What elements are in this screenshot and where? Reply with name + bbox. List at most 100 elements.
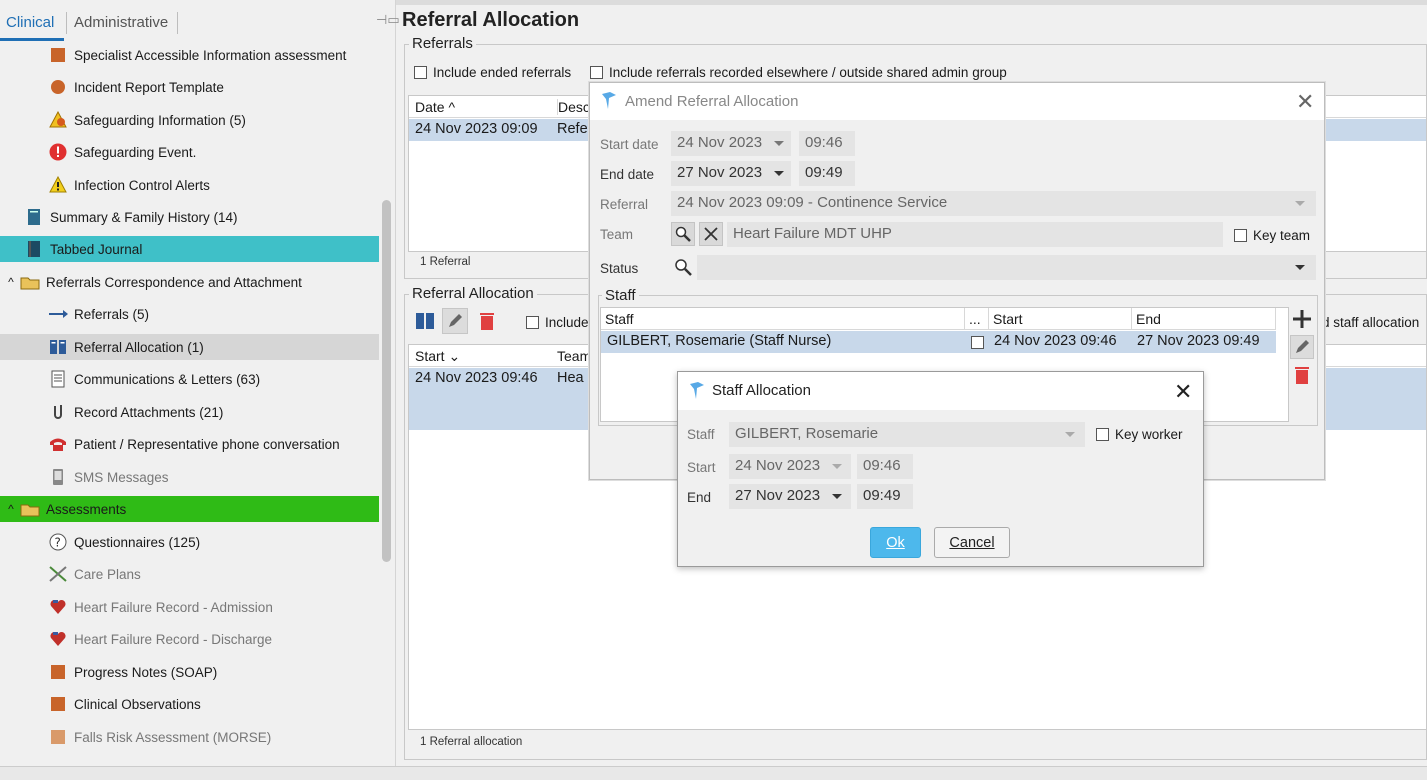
include-elsewhere-referrals[interactable]: Include referrals recorded elsewhere / o… — [590, 65, 1007, 80]
dialog-title: Amend Referral Allocation — [625, 93, 799, 110]
sidebar-item-progress-notes[interactable]: Progress Notes (SOAP) — [48, 659, 217, 685]
include-elsewhere-checkbox[interactable] — [590, 66, 603, 79]
heart-icon — [48, 629, 68, 649]
sidebar-item-phone-conversation[interactable]: Patient / Representative phone conversat… — [48, 431, 340, 457]
edit-pencil-icon[interactable] — [442, 308, 468, 334]
column-team[interactable]: Team — [557, 348, 591, 364]
edit-staff-icon[interactable] — [1290, 335, 1314, 359]
sidebar-item-infection-control[interactable]: Infection Control Alerts — [48, 172, 210, 198]
sidebar-item-referrals-correspondence[interactable]: ^ Referrals Correspondence and Attachmen… — [4, 269, 302, 295]
include-ended-label: Include ended referrals — [433, 65, 572, 80]
end-time-field[interactable]: 09:49 — [857, 484, 913, 509]
sidebar-item-label: Safeguarding Information (5) — [74, 112, 246, 128]
clear-icon[interactable] — [699, 222, 723, 246]
staff-group-label: Staff — [602, 287, 639, 304]
allocation-include-option[interactable]: Include — [526, 315, 589, 330]
sidebar-item-record-attachments[interactable]: Record Attachments (21) — [48, 399, 223, 425]
row-team: Hea — [557, 370, 584, 386]
sidebar-item-clinical-observations[interactable]: Clinical Observations — [48, 691, 201, 717]
sidebar-item-sms-messages[interactable]: SMS Messages — [48, 464, 169, 490]
status-label: Status — [600, 261, 639, 276]
start-label: Start — [687, 460, 716, 475]
sidebar-item-referral-allocation[interactable]: Referral Allocation (1) — [0, 334, 379, 360]
key-worker-checkbox[interactable] — [1096, 428, 1109, 441]
heart-icon — [48, 597, 68, 617]
sidebar-item-incident-report[interactable]: Incident Report Template — [48, 74, 224, 100]
column-description[interactable]: Desc — [557, 99, 590, 115]
key-worker-option[interactable]: Key worker — [1096, 427, 1183, 442]
chevron-down-icon — [832, 464, 842, 469]
sidebar-item-referrals[interactable]: Referrals (5) — [48, 301, 149, 327]
collapse-chevron-icon[interactable]: ^ — [4, 272, 18, 292]
sidebar-item-care-plans[interactable]: Care Plans — [48, 561, 141, 587]
table-row[interactable]: GILBERT, Rosemarie (Staff Nurse) 24 Nov … — [601, 331, 1276, 353]
start-time-field: 09:46 — [799, 131, 855, 156]
column-end[interactable]: End — [1132, 308, 1276, 330]
staff-table-header: Staff ... Start End — [601, 308, 1276, 330]
sidebar-item-specialist-accessible[interactable]: Specialist Accessible Information assess… — [48, 42, 346, 68]
column-start[interactable]: Start ⌄ — [415, 348, 460, 365]
delete-staff-icon[interactable] — [1290, 363, 1314, 387]
page-title: Referral Allocation — [402, 9, 580, 31]
orange-square-icon — [48, 45, 68, 65]
collapse-chevron-icon[interactable]: ^ — [4, 499, 18, 519]
sidebar-scrollbar[interactable] — [382, 200, 391, 562]
orange-square-icon — [48, 727, 68, 747]
staff-label: Staff — [687, 427, 715, 442]
start-date-label: Start date — [600, 137, 659, 152]
sidebar-item-communications[interactable]: Communications & Letters (63) — [48, 366, 260, 392]
sidebar-item-label: Heart Failure Record - Admission — [74, 599, 273, 615]
folder-icon — [20, 272, 40, 292]
ok-button[interactable]: Ok — [870, 527, 921, 558]
red-exclamation-icon — [48, 142, 68, 162]
orange-square-icon — [48, 662, 68, 682]
chevron-down-icon[interactable] — [832, 494, 842, 499]
close-icon[interactable]: ✕ — [1296, 91, 1314, 113]
include-ended-checkbox[interactable] — [414, 66, 427, 79]
column-date[interactable]: Date ^ — [415, 99, 455, 115]
add-staff-icon[interactable] — [1290, 307, 1314, 331]
allocation-include-label: Include — [545, 315, 589, 330]
view-allocation-icon[interactable] — [414, 310, 436, 332]
tab-clinical[interactable]: Clinical — [6, 14, 54, 31]
close-icon[interactable]: ✕ — [1174, 381, 1192, 403]
pin-icon[interactable]: ⊣▭ — [376, 12, 400, 28]
search-icon[interactable] — [671, 222, 695, 246]
key-team-option[interactable]: Key team — [1234, 228, 1310, 243]
sidebar-item-label: Patient / Representative phone conversat… — [74, 436, 340, 452]
sidebar-item-safeguarding-information[interactable]: Safeguarding Information (5) — [48, 107, 246, 133]
key-team-checkbox[interactable] — [1234, 229, 1247, 242]
chevron-down-icon[interactable] — [1295, 265, 1305, 270]
include-ended-referrals[interactable]: Include ended referrals — [414, 65, 571, 80]
chevron-down-icon — [1295, 201, 1305, 206]
sidebar-item-heart-failure-admission[interactable]: Heart Failure Record - Admission — [48, 594, 273, 620]
sidebar-item-label: Record Attachments (21) — [74, 404, 224, 420]
chevron-down-icon[interactable] — [774, 171, 784, 176]
start-date-value: 24 Nov 2023 — [677, 134, 763, 151]
sidebar-item-heart-failure-discharge[interactable]: Heart Failure Record - Discharge — [48, 626, 272, 652]
search-icon[interactable] — [671, 255, 695, 279]
staff-select: GILBERT, Rosemarie — [729, 422, 1085, 447]
sidebar-item-questionnaires[interactable]: ? Questionnaires (125) — [48, 529, 200, 555]
sidebar-item-summary-family-history[interactable]: Summary & Family History (14) — [24, 204, 238, 230]
column-start[interactable]: Start — [989, 308, 1132, 330]
sidebar-item-label: Clinical Observations — [74, 696, 201, 712]
allocation-include-checkbox[interactable] — [526, 316, 539, 329]
sidebar-item-tabbed-journal[interactable]: Tabbed Journal — [0, 236, 379, 262]
column-more[interactable]: ... — [965, 308, 989, 330]
tab-administrative[interactable]: Administrative — [74, 14, 168, 31]
sidebar-item-assessments[interactable]: ^ Assessments — [0, 496, 379, 522]
referrals-count: 1 Referral — [420, 256, 471, 268]
sidebar-item-safeguarding-event[interactable]: Safeguarding Event. — [48, 139, 196, 165]
sidebar-item-falls-risk[interactable]: Falls Risk Assessment (MORSE) — [48, 724, 271, 750]
end-time-field[interactable]: 09:49 — [799, 161, 855, 186]
delete-bin-icon[interactable] — [476, 310, 498, 332]
column-staff[interactable]: Staff — [601, 308, 965, 330]
sidebar-item-label: Specialist Accessible Information assess… — [74, 47, 347, 63]
end-date-field[interactable]: 27 Nov 2023 — [671, 161, 791, 186]
sidebar-tabs: Clinical Administrative — [0, 8, 396, 41]
sidebar-item-label: Communications & Letters (63) — [74, 371, 261, 387]
cancel-button[interactable]: Cancel — [934, 527, 1010, 558]
status-select[interactable] — [697, 255, 1316, 280]
sidebar: Clinical Administrative Specialist Acces… — [0, 0, 396, 766]
